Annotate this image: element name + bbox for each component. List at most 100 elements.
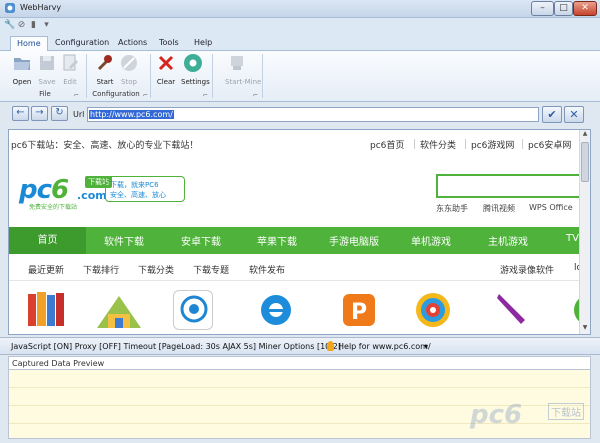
subnav-item-categories[interactable]: 下载分类 (138, 263, 174, 276)
scroll-down-arrow-icon[interactable]: ▼ (580, 324, 590, 334)
search-keyword[interactable]: 腾讯视频 (483, 203, 515, 214)
open-button[interactable]: Open (10, 53, 34, 86)
cancel-x-icon[interactable]: ✕ (564, 106, 584, 123)
status-bar: JavaScript [ON] Proxy [OFF] Timeout [Pag… (0, 337, 600, 355)
ribbon: Open Save Edit File ⌐ Start Stop Configu… (0, 51, 600, 102)
nav-item-console-games[interactable]: 主机游戏 (488, 233, 528, 248)
app-icon-house[interactable] (94, 290, 141, 330)
site-slogan: pc6下载站：安全、高速、放心的专业下载站！ (11, 141, 199, 151)
stop-config-button[interactable]: Stop (117, 53, 141, 86)
quick-access-toolbar: 🔧 ⊘ ▮ ▾ (0, 18, 600, 34)
app-icon-wps-presentation[interactable]: P (339, 290, 379, 330)
webharvy-app-icon (5, 3, 15, 13)
customize-qat-icon[interactable]: ▾ (41, 20, 52, 31)
start-config-button[interactable]: Start (93, 53, 117, 86)
nav-item-apple[interactable]: 苹果下载 (257, 233, 297, 248)
folder-open-icon (14, 58, 30, 70)
slogan-bubble: 下载，就来PC6 安全、高速、放心 (105, 176, 185, 202)
settings-gear-icon (184, 54, 202, 72)
nav-item-home[interactable]: 首页 (9, 227, 86, 254)
maximize-button[interactable]: □ (554, 1, 573, 16)
vertical-scrollbar[interactable]: ▲ ▼ (579, 130, 590, 334)
nav-item-software[interactable]: 软件下载 (104, 233, 144, 248)
lightbulb-icon (327, 341, 334, 351)
nav-item-single-games[interactable]: 单机游戏 (411, 233, 451, 248)
logo-subtitle: 免费安全的下载站 (29, 204, 78, 211)
minimize-button[interactable]: – (531, 1, 554, 16)
url-input[interactable]: http://www.pc6.com/ (87, 107, 539, 122)
tab-configuration[interactable]: Configuration (49, 36, 115, 51)
subnav-item-latest[interactable]: 最近更新 (28, 263, 64, 276)
dialog-launcher-icon[interactable]: ⌐ (74, 92, 79, 99)
floppy-disk-icon (40, 56, 54, 70)
app-icon-ie-browser[interactable] (256, 290, 296, 330)
top-link-categories[interactable]: 软件分类 (420, 138, 456, 151)
svg-text:P: P (351, 300, 367, 325)
clear-button[interactable]: Clear (154, 53, 178, 86)
mine-cart-icon (231, 56, 243, 70)
window-title: WebHarvy (20, 3, 62, 12)
stop-icon[interactable]: ⊘ (16, 20, 27, 31)
configuration-group-label: Configuration (92, 90, 140, 98)
group-separator (86, 54, 87, 98)
site-logo[interactable]: pc6 (19, 175, 69, 205)
edit-document-icon (63, 54, 78, 71)
url-label: Url (73, 110, 85, 119)
site-search-input[interactable] (436, 174, 586, 198)
subnav-item-topics[interactable]: 下载专题 (193, 263, 229, 276)
search-keyword[interactable]: WPS Office (529, 203, 573, 212)
nav-item-tv[interactable]: TV (566, 233, 579, 244)
scroll-up-arrow-icon[interactable]: ▲ (580, 130, 590, 140)
group-separator (212, 54, 213, 98)
dialog-launcher-icon[interactable]: ⌐ (253, 92, 258, 99)
nav-item-mobile-games-pc[interactable]: 手游电脑版 (329, 233, 379, 248)
tab-actions[interactable]: Actions (112, 36, 153, 51)
link-divider (465, 139, 466, 149)
group-separator (262, 54, 263, 98)
start-mine-button[interactable]: Start-Mine (225, 53, 261, 86)
save-button[interactable]: Save (35, 53, 59, 86)
check-icon[interactable]: ✔ (542, 106, 562, 123)
close-button[interactable]: ✕ (573, 1, 597, 16)
refresh-icon[interactable]: ↻ (51, 106, 68, 121)
wrench-icon[interactable]: 🔧 (4, 20, 15, 31)
tab-tools[interactable]: Tools (153, 36, 185, 51)
logo-domain: .com (77, 189, 107, 202)
subnav-item-publish[interactable]: 软件发布 (249, 263, 285, 276)
dialog-launcher-icon[interactable]: ⌐ (143, 92, 148, 99)
red-x-icon (158, 55, 174, 71)
subnav-item-recording[interactable]: 游戏录像软件 (500, 263, 554, 276)
top-link-android[interactable]: pc6安卓网 (528, 138, 571, 151)
ribbon-tabs: Home Configuration Actions Tools Help (0, 34, 600, 51)
app-icon-qq-browser[interactable] (173, 290, 213, 330)
status-options-text[interactable]: JavaScript [ON] Proxy [OFF] Timeout [Pag… (11, 342, 341, 351)
subnav-item-ranking[interactable]: 下载排行 (83, 263, 119, 276)
help-dropdown-icon[interactable]: ▾ (424, 342, 428, 351)
tab-help[interactable]: Help (188, 36, 218, 51)
forward-arrow-icon[interactable]: → (31, 106, 48, 121)
tab-home[interactable]: Home (10, 36, 48, 51)
search-keyword[interactable]: 东东助手 (436, 203, 468, 214)
app-icon-camera-lens[interactable] (413, 290, 453, 330)
app-icon-books[interactable] (26, 290, 66, 330)
help-link[interactable]: Help for www.pc6.com/ (338, 342, 431, 351)
group-separator (150, 54, 151, 98)
dialog-launcher-icon[interactable]: ⌐ (203, 92, 208, 99)
settings-button[interactable]: Settings (181, 53, 210, 86)
nav-item-android[interactable]: 安卓下载 (181, 233, 221, 248)
address-bar: ← → ↻ Url http://www.pc6.com/ ✔ ✕ (0, 103, 600, 127)
link-divider (414, 139, 415, 149)
browser-view[interactable]: pc6下载站：安全、高速、放心的专业下载站！ pc6首页 软件分类 pc6游戏网… (8, 129, 591, 335)
preview-title: Captured Data Preview (12, 359, 105, 368)
title-bar: WebHarvy – □ ✕ (0, 0, 600, 18)
edit-button[interactable]: Edit (58, 53, 82, 86)
lock-icon[interactable]: ▮ (28, 20, 39, 31)
scroll-thumb[interactable] (581, 142, 589, 182)
back-arrow-icon[interactable]: ← (12, 106, 29, 121)
preview-header: Captured Data Preview (8, 356, 591, 369)
top-link-home[interactable]: pc6首页 (370, 138, 404, 151)
top-link-games[interactable]: pc6游戏网 (471, 138, 514, 151)
app-icon-pen-tool[interactable] (493, 290, 533, 330)
stop-circle-icon (121, 55, 137, 71)
watermark-tag: 下载站 (548, 403, 584, 420)
